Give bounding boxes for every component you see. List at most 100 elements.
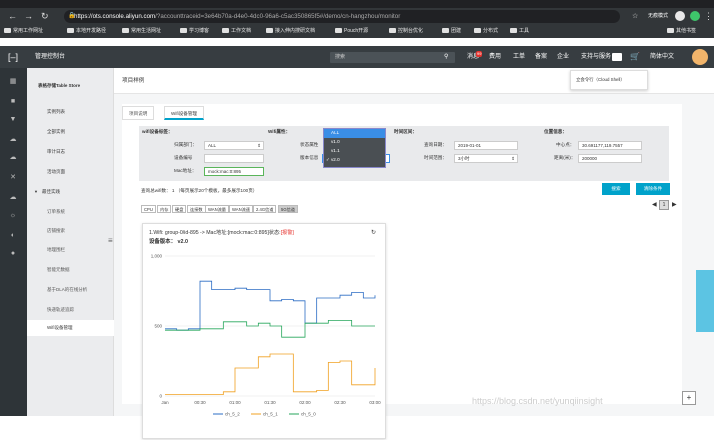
bookmark-item[interactable]: 学习博客 <box>180 27 209 36</box>
query-date-label: 查询日期： <box>424 142 447 147</box>
sidebar-sub-wifi[interactable]: Wifi设备管理 <box>47 324 73 332</box>
menu-dots-icon[interactable]: ⋮ <box>704 9 713 24</box>
series-line <box>165 353 376 395</box>
bookmark-item[interactable]: 工具 <box>510 27 529 36</box>
grid-icon[interactable]: ▦ <box>9 78 17 86</box>
distance-input[interactable]: 200000 <box>578 154 642 163</box>
server-icon[interactable]: ■ <box>9 98 17 106</box>
chip-mem[interactable]: 内存 <box>157 205 172 213</box>
bookmark-other[interactable]: 其他书签 <box>667 27 696 36</box>
x-tick-label: 02:00 <box>299 400 311 405</box>
chip-conn[interactable]: 连接数 <box>187 205 206 213</box>
cloud-icon[interactable]: ☁ <box>9 136 17 144</box>
cloud-shell-icon[interactable] <box>612 53 622 61</box>
version-option-v11[interactable]: v1.1 <box>331 147 340 155</box>
shield-icon[interactable]: ▼ <box>9 116 17 124</box>
collapse-handle-icon[interactable]: ≡ <box>108 236 113 245</box>
incognito-icon[interactable] <box>675 11 685 21</box>
device-no-input[interactable] <box>204 154 264 163</box>
sidebar-sub-express[interactable]: 快递轨迹追踪 <box>47 306 74 314</box>
console-search-input[interactable]: 搜索 <box>330 52 455 63</box>
side-float-panel[interactable] <box>696 270 714 332</box>
sidebar-item-activity[interactable]: 活动页面 <box>47 168 65 176</box>
extension-icon[interactable] <box>690 11 700 21</box>
bookmark-item[interactable]: 常用生活网址 <box>122 27 161 36</box>
bookmark-item[interactable]: 控制台优化 <box>389 27 423 36</box>
reload-icon[interactable]: ↻ <box>41 9 49 24</box>
sidebar-sub-orders[interactable]: 订单系统 <box>47 208 65 216</box>
tab-description[interactable]: 项目说明 <box>122 106 155 120</box>
chevron-down-icon[interactable]: ▼ <box>34 188 38 196</box>
bookmark-item[interactable]: 团建 <box>442 27 461 36</box>
center-input[interactable]: 30.691177,119.7557 <box>578 141 642 150</box>
dot-icon[interactable]: ● <box>9 250 17 258</box>
nav-messages[interactable]: 消息 <box>467 46 479 68</box>
sidebar-sub-shop[interactable]: 店铺搜索 <box>47 227 65 235</box>
nav-fees[interactable]: 费用 <box>489 46 501 68</box>
query-date-input[interactable]: 2019-01-01 <box>454 141 518 150</box>
globe-icon[interactable]: ☼ <box>9 212 17 220</box>
version-option-v10[interactable]: v1.0 <box>331 138 340 146</box>
nav-enterprise[interactable]: 企业 <box>557 46 569 68</box>
page-number[interactable]: 1 <box>659 200 669 210</box>
mac-label: Mac地址： <box>174 168 197 173</box>
x-tick-label: Jan <box>161 400 169 405</box>
network-icon[interactable]: ☁ <box>9 194 17 202</box>
nav-ticket[interactable]: 工单 <box>513 46 525 68</box>
time-range-select[interactable]: 3小时 ⇕ <box>454 154 518 163</box>
add-icon[interactable]: + <box>682 391 696 405</box>
nav-language[interactable]: 简体中文 <box>650 46 674 68</box>
bookmark-item[interactable]: 分布式 <box>474 27 498 36</box>
console-logo-icon[interactable]: [–] <box>8 46 18 68</box>
y-tick-label: 1,000 <box>151 254 163 259</box>
version-label: 版本信息 <box>300 155 319 160</box>
bookmark-item[interactable]: 接入伸内搜研文档 <box>266 27 315 36</box>
y-tick-label: 0 <box>159 394 162 399</box>
clear-button[interactable]: 清除条件 <box>636 183 670 195</box>
search-icon[interactable]: ⚲ <box>444 46 448 68</box>
dept-select[interactable]: ALL ⇕ <box>204 141 264 150</box>
chip-wan-speed[interactable]: WAN流速 <box>229 205 253 213</box>
tab-wifi[interactable]: Wifi设备管理 <box>164 106 205 120</box>
x-tick-label: 02:30 <box>334 400 346 405</box>
mac-input[interactable]: mock:mac:0:895 <box>204 167 264 176</box>
cart-icon[interactable]: 🛒 <box>630 46 640 68</box>
console-home-link[interactable]: 管理控制台 <box>35 46 65 68</box>
cloud-icon[interactable]: ☁ <box>9 154 17 162</box>
bookmark-item[interactable]: 本地开发路径 <box>67 27 106 36</box>
back-icon[interactable]: ← <box>8 9 17 24</box>
next-page-icon[interactable]: ▶ <box>672 201 677 209</box>
nav-support[interactable]: 支持与服务 <box>581 46 611 68</box>
avatar[interactable] <box>692 49 708 65</box>
chip-24g[interactable]: 2.4G信道 <box>253 205 277 213</box>
chip-cpu[interactable]: CPU <box>141 205 156 213</box>
gauge-icon[interactable]: ◐ <box>9 232 17 240</box>
url-text: https://ots.console.aliyun.com/?accountt… <box>74 13 401 20</box>
bookmark-item[interactable]: Pouch开源 <box>335 27 368 36</box>
bookmark-item[interactable]: 常用工作网址 <box>4 27 43 36</box>
refresh-icon[interactable]: ↻ <box>371 229 376 237</box>
sidebar-sub-geofence[interactable]: 地理围栏 <box>47 246 65 254</box>
prev-page-icon[interactable]: ◀ <box>652 201 657 209</box>
chip-disk[interactable]: 硬盘 <box>172 205 187 213</box>
tab-bar: 项目说明 Wifi设备管理 <box>122 106 322 120</box>
search-button[interactable]: 搜索 <box>602 183 630 195</box>
icon-sidebar: ▦ ■ ▼ ☁ ☁ ✕ ☁ ☼ ◐ ● <box>0 68 27 416</box>
bookmark-item[interactable]: 工作文档 <box>222 27 251 36</box>
version-option-all[interactable]: ALL <box>331 129 339 137</box>
star-icon[interactable]: ☆ <box>632 12 638 21</box>
sidebar-section-best-practice[interactable]: 最佳实践 <box>42 188 60 196</box>
version-option-v20[interactable]: v2.0 <box>331 156 340 164</box>
sidebar-sub-metadata[interactable]: 智能元数据 <box>47 266 70 274</box>
forward-icon[interactable]: → <box>24 9 33 24</box>
sidebar-sub-dla[interactable]: 基于DLA的在线分析 <box>47 286 87 294</box>
sidebar-item-instances[interactable]: 实例列表 <box>47 108 65 116</box>
wifi-attr-label: Wifi属性： <box>268 129 291 134</box>
close-icon[interactable]: ✕ <box>9 174 17 182</box>
sidebar-item-audit[interactable]: 审计日志 <box>47 148 65 156</box>
console-top-nav: [–] 管理控制台 搜索 ⚲ 消息 99 费用 工单 备案 企业 支持与服务 🛒… <box>0 46 714 68</box>
sidebar-item-all[interactable]: 全部实例 <box>47 128 65 136</box>
chip-5g[interactable]: 5G信道 <box>278 205 298 213</box>
chip-wan-traffic[interactable]: WAN流量 <box>205 205 229 213</box>
nav-icp[interactable]: 备案 <box>535 46 547 68</box>
